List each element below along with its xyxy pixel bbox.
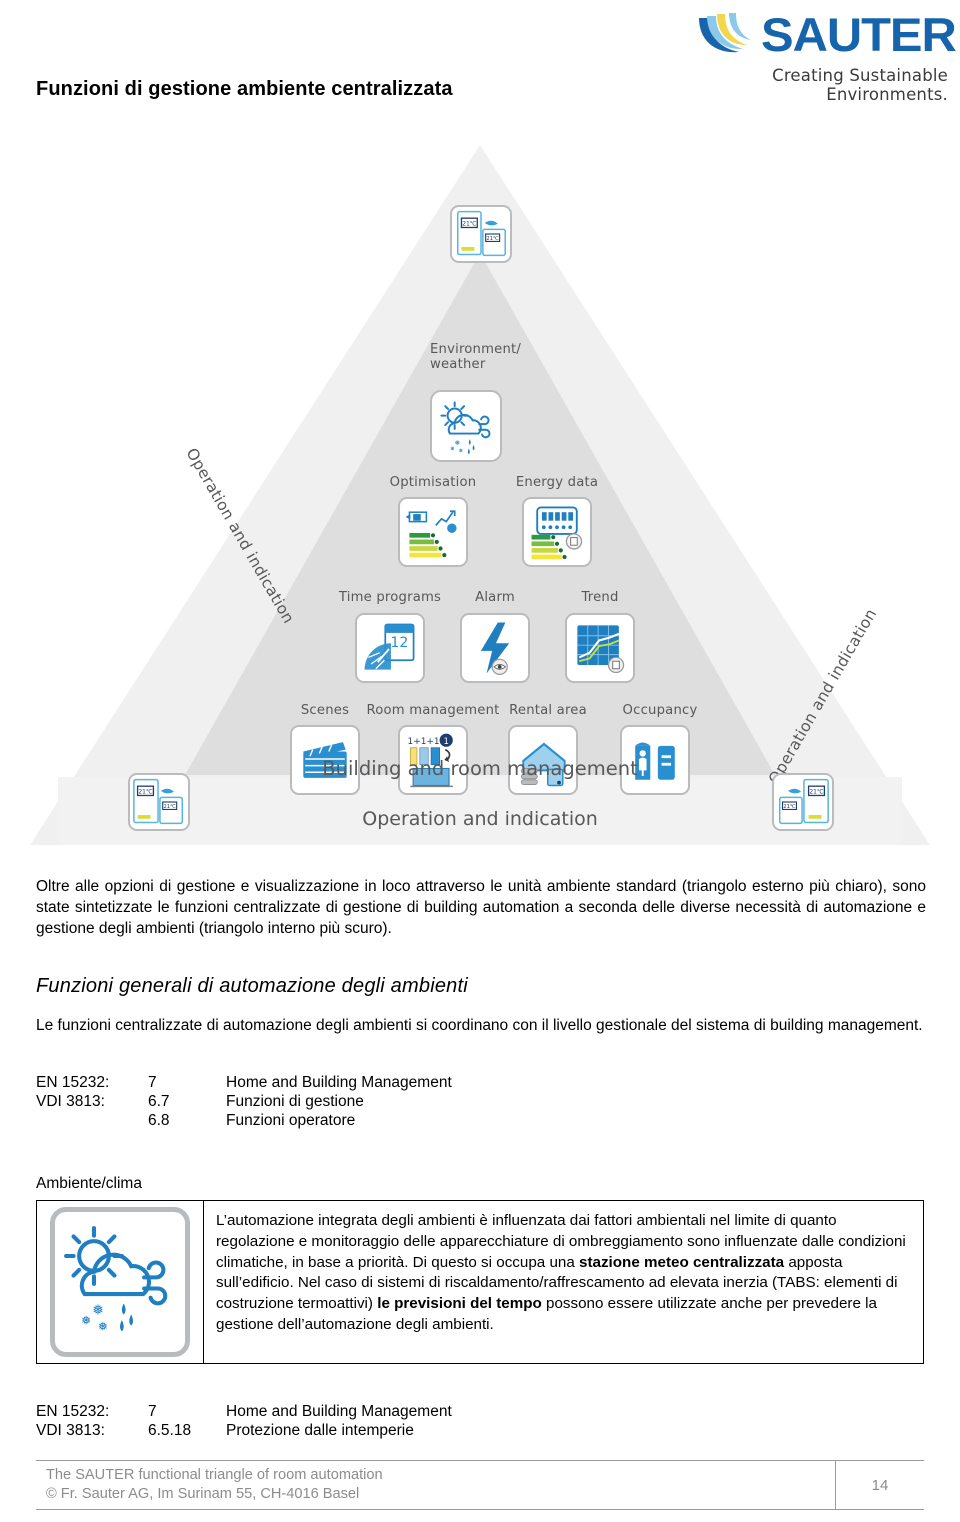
sauter-swoosh-icon <box>698 13 751 53</box>
intro-paragraph: Oltre alle opzioni di gestione e visuali… <box>36 878 926 938</box>
svg-text:21℃: 21℃ <box>462 221 477 228</box>
tile-alarm <box>460 613 530 683</box>
logo-wordmark: SAUTER <box>760 7 957 61</box>
reference-row: VDI 3813: 6.5.18 Protezione dalle intemp… <box>36 1422 452 1441</box>
reference-title: Funzioni operatore <box>226 1112 356 1129</box>
reference-standard: VDI 3813: <box>36 1422 105 1439</box>
climate-icon-cell: ❅ ❅ ❅ <box>36 1200 204 1364</box>
reference-clause: 6.8 <box>148 1112 170 1129</box>
reference-title: Home and Building Management <box>226 1403 452 1420</box>
sauter-logo: SAUTER Creating Sustainable Environments… <box>648 8 957 104</box>
optimisation-icon <box>405 510 457 558</box>
footer-text: The SAUTER functional triangle of room a… <box>36 1461 836 1509</box>
time-programs-icon: 12 <box>364 623 415 670</box>
tile-label-optimisation: Optimisation <box>389 475 477 490</box>
reference-title: Home and Building Management <box>226 1074 452 1091</box>
svg-text:21℃: 21℃ <box>486 236 499 242</box>
footer-line-1: The SAUTER functional triangle of room a… <box>46 1467 383 1484</box>
page-number: 14 <box>871 1476 889 1494</box>
reference-clause: 6.7 <box>148 1093 170 1110</box>
section-heading: Funzioni generali di automazione degli a… <box>36 975 468 997</box>
reference-row: EN 15232: 7 Home and Building Management <box>36 1074 452 1093</box>
page-footer: The SAUTER functional triangle of room a… <box>36 1460 924 1510</box>
climate-section: ❅ ❅ ❅ L’automazione integrata degli ambi… <box>36 1200 924 1364</box>
tile-optimisation <box>398 497 468 567</box>
room-unit-tile-apex: 21℃ 21℃ <box>450 205 512 263</box>
tile-label-occupancy: Occupancy <box>622 703 698 718</box>
room-unit-icon: 21℃ 21℃ <box>456 210 506 257</box>
svg-text:❅: ❅ <box>450 446 455 453</box>
page-title: Funzioni di gestione ambiente centralizz… <box>36 78 453 100</box>
references-bottom: EN 15232: 7 Home and Building Management… <box>36 1403 452 1441</box>
svg-text:❅: ❅ <box>458 447 463 454</box>
trend-icon <box>577 625 625 674</box>
reference-standard: EN 15232: <box>36 1074 110 1091</box>
tile-trend <box>565 613 635 683</box>
weather-icon: ❅ ❅ ❅ <box>64 1226 168 1333</box>
svg-text:❅: ❅ <box>92 1303 104 1319</box>
reference-clause: 7 <box>148 1074 157 1091</box>
reference-standard: EN 15232: <box>36 1403 110 1420</box>
tile-time-programs: 12 <box>355 613 425 683</box>
svg-text:❅: ❅ <box>81 1314 91 1328</box>
svg-text:12: 12 <box>390 635 408 651</box>
footer-line-2: © Fr. Sauter AG, Im Surinam 55, CH-4016 … <box>46 1486 360 1502</box>
svg-text:❅: ❅ <box>98 1319 108 1333</box>
weather-icon: ❅ ❅ ❅ <box>440 401 491 454</box>
tile-environment-weather: ❅ ❅ ❅ <box>430 390 502 462</box>
tile-label-trend: Trend <box>581 590 619 605</box>
climate-bold-1: stazione meteo centralizzata <box>579 1253 785 1271</box>
reference-row: VDI 3813: 6.7 Funzioni di gestione <box>36 1093 452 1112</box>
climate-section-heading: Ambiente/clima <box>36 1175 142 1192</box>
diagram-outer-base-caption: Operation and indication <box>362 808 598 830</box>
svg-text:❅: ❅ <box>455 439 461 447</box>
tile-label-energy-data: Energy data <box>515 475 599 490</box>
diagram-inner-base-caption: Building and room management <box>322 757 638 780</box>
svg-text:21℃: 21℃ <box>809 789 824 796</box>
reference-title: Funzioni di gestione <box>226 1093 364 1110</box>
svg-text:21℃: 21℃ <box>138 789 153 796</box>
reference-clause: 7 <box>148 1403 157 1420</box>
tile-energy-data <box>522 497 592 567</box>
functional-triangle-diagram: Operation and indication Operation and i… <box>30 145 930 850</box>
alarm-icon <box>480 622 510 676</box>
tile-label-environment-weather: Environment/ weather <box>430 342 522 372</box>
climate-weather-tile: ❅ ❅ ❅ <box>50 1207 190 1357</box>
general-paragraph: Le funzioni centralizzate di automazione… <box>36 1017 923 1034</box>
reference-row: EN 15232: 7 Home and Building Management <box>36 1403 452 1422</box>
reference-title: Protezione dalle intemperie <box>226 1422 414 1439</box>
references-top: EN 15232: 7 Home and Building Management… <box>36 1074 452 1131</box>
reference-standard <box>36 1112 148 1131</box>
reference-standard: VDI 3813: <box>36 1093 105 1110</box>
energy-data-icon <box>531 506 583 560</box>
logo-tagline: Creating Sustainable Environments. <box>772 66 948 104</box>
reference-clause: 6.5.18 <box>148 1422 192 1439</box>
reference-row: 6.8 Funzioni operatore <box>36 1112 452 1131</box>
svg-text:1: 1 <box>444 736 449 746</box>
climate-description: L’automazione integrata degli ambienti è… <box>204 1200 924 1364</box>
climate-bold-2: le previsioni del tempo <box>377 1295 542 1313</box>
